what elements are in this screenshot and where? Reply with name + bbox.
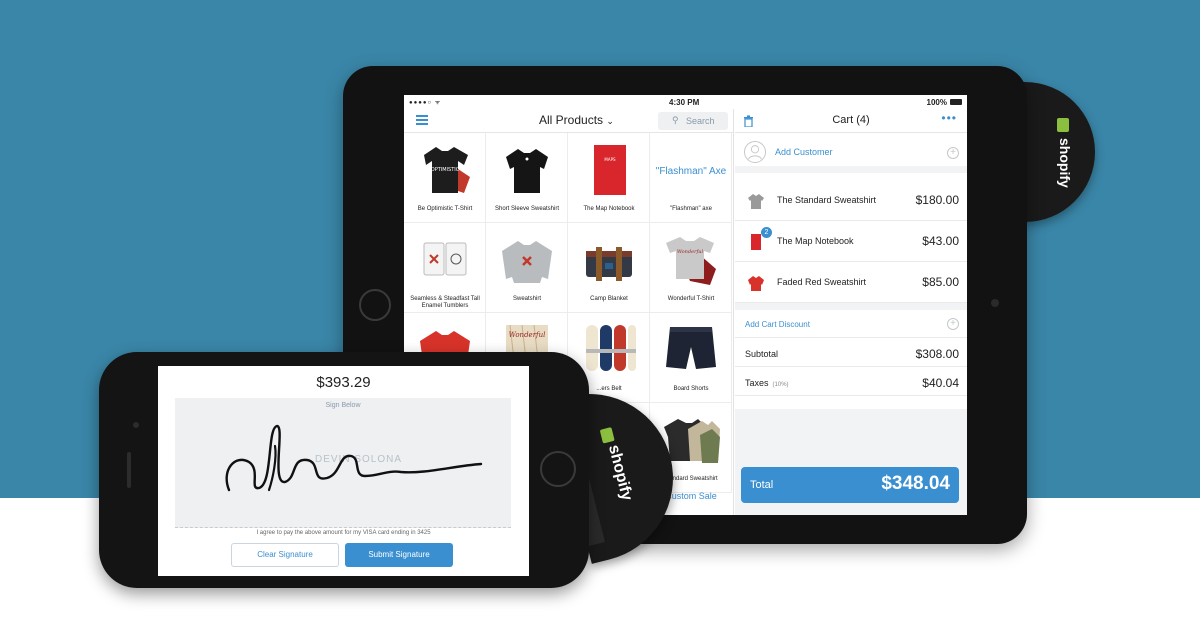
product-text-tile: "Flashman" Axe xyxy=(655,166,727,177)
notebook-image: MAPS xyxy=(594,145,626,195)
product-tile[interactable]: Board Shorts xyxy=(650,313,732,403)
tshirt-image: OPTIMISTIC xyxy=(424,147,470,193)
product-tile[interactable]: OPTIMISTIC Be Optimistic T-Shirt xyxy=(404,133,486,223)
more-icon[interactable]: ••• xyxy=(941,111,957,125)
total-value: $348.04 xyxy=(881,473,950,494)
product-tile[interactable]: MAPS The Map Notebook xyxy=(568,133,650,223)
taxes-row[interactable]: Taxes (10%) $40.04 xyxy=(735,368,967,396)
add-customer-label: Add Customer xyxy=(775,147,833,157)
total-charge-button[interactable]: Total $348.04 xyxy=(741,467,959,503)
iphone-speaker xyxy=(127,452,131,488)
product-tile[interactable]: "Flashman" Axe "Flashman" axe xyxy=(650,133,732,223)
reader-brand: shopify xyxy=(1057,138,1073,188)
product-tile[interactable]: Camp Blanket xyxy=(568,223,650,313)
taxes-rate: (10%) xyxy=(772,382,789,388)
submit-signature-button[interactable]: Submit Signature xyxy=(345,543,453,567)
item-price: $180.00 xyxy=(915,193,959,207)
chevron-down-icon: ⌄ xyxy=(606,116,614,126)
product-label: Be Optimistic T-Shirt xyxy=(417,206,473,212)
product-label: Seamless & Steadfast Tall Enamel Tumbler… xyxy=(410,296,480,309)
customer-avatar-icon xyxy=(744,141,766,163)
signal-icon: ●●●●○ ᯤ xyxy=(409,100,442,106)
battery-percent: 100% xyxy=(926,98,947,107)
item-thumbnail xyxy=(748,194,764,209)
tumblers-image xyxy=(423,242,467,276)
item-name: The Standard Sweatshirt xyxy=(777,195,877,205)
cart-line-item[interactable]: 2 The Map Notebook $43.00 xyxy=(735,221,967,262)
signature-pad[interactable]: Sign Below DEVIN SOLONA xyxy=(175,398,511,528)
add-discount-label: Add Cart Discount xyxy=(745,320,810,329)
battery-icon xyxy=(950,99,962,105)
status-bar: ●●●●○ ᯤ 4:30 PM 100% xyxy=(404,95,967,109)
svg-text:OPTIMISTIC: OPTIMISTIC xyxy=(431,167,460,173)
agreement-text: I agree to pay the above amount for my V… xyxy=(256,530,431,536)
clear-signature-button[interactable]: Clear Signature xyxy=(231,543,339,567)
item-name: Faded Red Sweatshirt xyxy=(777,277,867,287)
iphone-camera xyxy=(133,422,139,428)
taxes-label: Taxes xyxy=(745,378,769,388)
shopify-bag-icon xyxy=(599,427,615,444)
cart-nav-bar: Cart (4) ••• xyxy=(735,109,967,133)
item-price: $85.00 xyxy=(922,275,959,289)
item-thumbnail xyxy=(748,276,764,291)
board-shorts-image xyxy=(666,327,716,369)
cart-line-item[interactable]: Faded Red Sweatshirt $85.00 xyxy=(735,262,967,303)
quantity-badge: 2 xyxy=(761,227,772,238)
products-title-label: All Products xyxy=(539,113,604,127)
status-time: 4:30 PM xyxy=(669,98,700,107)
sign-below-label: Sign Below xyxy=(325,402,361,409)
svg-text:MAPS: MAPS xyxy=(604,157,616,162)
add-cart-discount-row[interactable]: Add Cart Discount + xyxy=(735,310,967,338)
product-label: "Flashman" axe xyxy=(670,206,712,212)
menu-icon[interactable] xyxy=(416,115,428,125)
signature-stroke xyxy=(225,424,483,492)
ipad-home-button[interactable] xyxy=(359,289,391,321)
products-nav-bar: All Products ⌄ ⚲ Search xyxy=(404,109,734,133)
reader-brand: shopify xyxy=(605,443,636,503)
product-tile[interactable]: Sweatshirt xyxy=(486,223,568,313)
item-name: The Map Notebook xyxy=(777,236,854,246)
search-icon: ⚲ xyxy=(672,115,679,125)
product-label: Sweatshirt xyxy=(512,296,541,302)
taxes-value: $40.04 xyxy=(922,376,959,390)
add-customer-plus-icon: + xyxy=(947,147,959,159)
cart-line-item[interactable]: The Standard Sweatshirt $180.00 xyxy=(735,180,967,221)
cart-title: Cart (4) xyxy=(832,114,870,126)
iphone-screen: $393.29 Sign Below DEVIN SOLONA I agree … xyxy=(158,366,529,576)
shopify-bag-icon xyxy=(1057,118,1069,132)
product-label: The Map Notebook xyxy=(583,206,635,212)
add-discount-plus-icon: + xyxy=(947,318,959,330)
belts-image xyxy=(586,325,636,371)
products-title[interactable]: All Products ⌄ xyxy=(539,113,614,127)
svg-text:Wonderful: Wonderful xyxy=(677,249,704,255)
camp-blanket-image xyxy=(586,247,632,281)
item-price: $43.00 xyxy=(922,234,959,248)
product-tile[interactable]: Short Sleeve Sweatshirt xyxy=(486,133,568,223)
product-tile[interactable]: Wonderful Wonderful T-Shirt xyxy=(650,223,732,313)
svg-text:Wonderful: Wonderful xyxy=(509,331,546,339)
product-label: Wonderful T-Shirt xyxy=(667,296,715,302)
iphone-device: $393.29 Sign Below DEVIN SOLONA I agree … xyxy=(99,352,589,588)
subtotal-label: Subtotal xyxy=(745,349,779,359)
payment-amount: $393.29 xyxy=(316,374,371,391)
product-label: Board Shorts xyxy=(673,386,709,392)
product-label: Camp Blanket xyxy=(590,296,628,302)
product-label: Short Sleeve Sweatshirt xyxy=(494,206,560,212)
iphone-home-button[interactable] xyxy=(540,451,576,487)
subtotal-value: $308.00 xyxy=(915,347,959,361)
search-placeholder: Search xyxy=(686,116,715,126)
sweatshirt-image xyxy=(506,149,548,193)
total-label: Total xyxy=(750,479,774,491)
ipad-camera xyxy=(991,299,999,307)
add-customer-row[interactable]: Add Customer + xyxy=(735,133,967,173)
cart-pane: Cart (4) ••• Add Customer + The Standard… xyxy=(735,109,967,515)
section-divider xyxy=(735,303,967,310)
subtotal-row: Subtotal $308.00 xyxy=(735,339,967,367)
product-tile[interactable]: Seamless & Steadfast Tall Enamel Tumbler… xyxy=(404,223,486,313)
grey-sweatshirt-image xyxy=(502,241,552,283)
wonderful-tshirt-image: Wonderful xyxy=(666,237,716,285)
search-input[interactable]: ⚲ Search xyxy=(658,112,728,130)
